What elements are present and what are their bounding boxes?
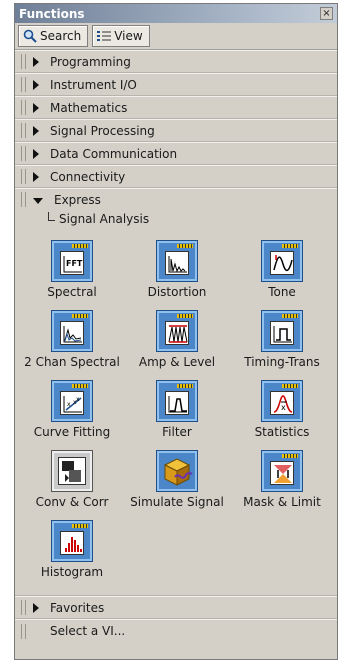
simulate-signal-icon bbox=[156, 450, 198, 492]
drag-grip[interactable] bbox=[21, 54, 26, 69]
vi-label: Simulate Signal bbox=[130, 495, 224, 509]
drag-grip[interactable] bbox=[21, 146, 26, 161]
vi-conv-and-corr[interactable]: Conv & Corr bbox=[22, 450, 122, 509]
vi-label: Filter bbox=[162, 425, 192, 439]
statistics-icon: x bbox=[261, 380, 303, 422]
svg-text:FFT: FFT bbox=[66, 259, 83, 268]
svg-text:x: x bbox=[281, 403, 286, 412]
view-button-label: View bbox=[114, 29, 143, 43]
vi-label: Tone bbox=[268, 285, 296, 299]
close-icon[interactable]: × bbox=[320, 7, 333, 20]
category-signal-processing[interactable]: Signal Processing bbox=[15, 119, 337, 142]
vi-label: Histogram bbox=[40, 565, 104, 579]
search-icon bbox=[23, 29, 37, 43]
category-express-expanded: Express Signal Analysis FFT Spectral Dis… bbox=[15, 188, 337, 596]
vi-label: Conv & Corr bbox=[35, 495, 109, 509]
category-mathematics[interactable]: Mathematics bbox=[15, 96, 337, 119]
vi-simulate-signal[interactable]: Simulate Signal bbox=[127, 450, 227, 509]
histogram-icon bbox=[51, 520, 93, 562]
vi-label: Amp & Level bbox=[138, 355, 216, 369]
vi-filter[interactable]: Filter bbox=[127, 380, 227, 439]
expand-arrow-icon[interactable] bbox=[33, 125, 39, 136]
mask-limit-icon bbox=[261, 450, 303, 492]
svg-text:x: x bbox=[67, 401, 71, 408]
tone-icon bbox=[261, 240, 303, 282]
subcategory-label: Signal Analysis bbox=[59, 212, 150, 226]
vi-distortion[interactable]: Distortion bbox=[127, 240, 227, 299]
drag-grip[interactable] bbox=[21, 192, 26, 207]
category-label: Express bbox=[54, 192, 101, 207]
expand-arrow-icon[interactable] bbox=[33, 102, 39, 113]
filter-icon bbox=[156, 380, 198, 422]
view-options-icon bbox=[97, 31, 112, 41]
category-programming[interactable]: Programming bbox=[15, 50, 337, 73]
vi-mask-and-limit[interactable]: Mask & Limit bbox=[232, 450, 332, 509]
palette-toolbar: Search View bbox=[15, 23, 337, 50]
category-label: Connectivity bbox=[50, 169, 126, 184]
vi-label: Statistics bbox=[254, 425, 310, 439]
spectral-icon: FFT bbox=[51, 240, 93, 282]
search-button[interactable]: Search bbox=[18, 25, 89, 47]
distortion-icon bbox=[156, 240, 198, 282]
title-bar[interactable]: Functions × bbox=[15, 4, 337, 23]
curve-fitting-icon: xxx bbox=[51, 380, 93, 422]
vi-label: Spectral bbox=[47, 285, 97, 299]
subcategory-signal-analysis: Signal Analysis bbox=[48, 212, 149, 226]
vi-label: Mask & Limit bbox=[243, 495, 321, 509]
tree-elbow-icon bbox=[48, 212, 55, 221]
conv-corr-icon bbox=[51, 450, 93, 492]
svg-text:x: x bbox=[76, 396, 80, 403]
category-data-communication[interactable]: Data Communication bbox=[15, 142, 337, 165]
drag-grip[interactable] bbox=[21, 600, 26, 615]
category-label: Instrument I/O bbox=[50, 77, 137, 92]
category-label: Signal Processing bbox=[50, 123, 155, 138]
view-button[interactable]: View bbox=[92, 25, 150, 47]
two-chan-spectral-icon bbox=[51, 310, 93, 352]
category-label: Programming bbox=[50, 54, 131, 69]
vi-timing-trans[interactable]: Timing-Trans bbox=[232, 310, 332, 369]
category-label: Mathematics bbox=[50, 100, 128, 115]
drag-grip[interactable] bbox=[21, 100, 26, 115]
vi-2-chan-spectral[interactable]: 2 Chan Spectral bbox=[22, 310, 122, 369]
expand-arrow-icon[interactable] bbox=[33, 148, 39, 159]
drag-grip[interactable] bbox=[21, 623, 26, 639]
search-button-label: Search bbox=[40, 29, 82, 43]
collapse-arrow-icon[interactable] bbox=[33, 197, 43, 204]
expand-arrow-icon[interactable] bbox=[33, 79, 39, 90]
functions-palette: Functions × Search View Programming Inst… bbox=[14, 3, 338, 660]
amp-level-icon bbox=[156, 310, 198, 352]
vi-label: Timing-Trans bbox=[244, 355, 320, 369]
vi-label: Distortion bbox=[147, 285, 207, 299]
category-instrument-io[interactable]: Instrument I/O bbox=[15, 73, 337, 96]
vi-histogram[interactable]: Histogram bbox=[22, 520, 122, 579]
timing-trans-icon bbox=[261, 310, 303, 352]
vi-label: Curve Fitting bbox=[33, 425, 111, 439]
drag-grip[interactable] bbox=[21, 169, 26, 184]
window-title: Functions bbox=[19, 6, 85, 21]
category-label: Data Communication bbox=[50, 146, 178, 161]
vi-statistics[interactable]: x Statistics bbox=[232, 380, 332, 439]
category-connectivity[interactable]: Connectivity bbox=[15, 165, 337, 188]
expand-arrow-icon[interactable] bbox=[33, 171, 39, 182]
drag-grip[interactable] bbox=[21, 123, 26, 138]
vi-spectral[interactable]: FFT Spectral bbox=[22, 240, 122, 299]
category-favorites[interactable]: Favorites bbox=[15, 596, 337, 619]
drag-grip[interactable] bbox=[21, 77, 26, 92]
expand-arrow-icon[interactable] bbox=[33, 602, 39, 613]
category-express[interactable]: Express bbox=[15, 188, 337, 210]
category-label: Favorites bbox=[50, 600, 105, 615]
select-vi-label: Select a VI... bbox=[50, 624, 126, 638]
vi-tone[interactable]: Tone bbox=[232, 240, 332, 299]
expand-arrow-icon[interactable] bbox=[33, 56, 39, 67]
vi-label: 2 Chan Spectral bbox=[24, 355, 120, 369]
vi-curve-fitting[interactable]: xxx Curve Fitting bbox=[22, 380, 122, 439]
select-a-vi[interactable]: Select a VI... bbox=[15, 619, 337, 642]
vi-amp-and-level[interactable]: Amp & Level bbox=[127, 310, 227, 369]
